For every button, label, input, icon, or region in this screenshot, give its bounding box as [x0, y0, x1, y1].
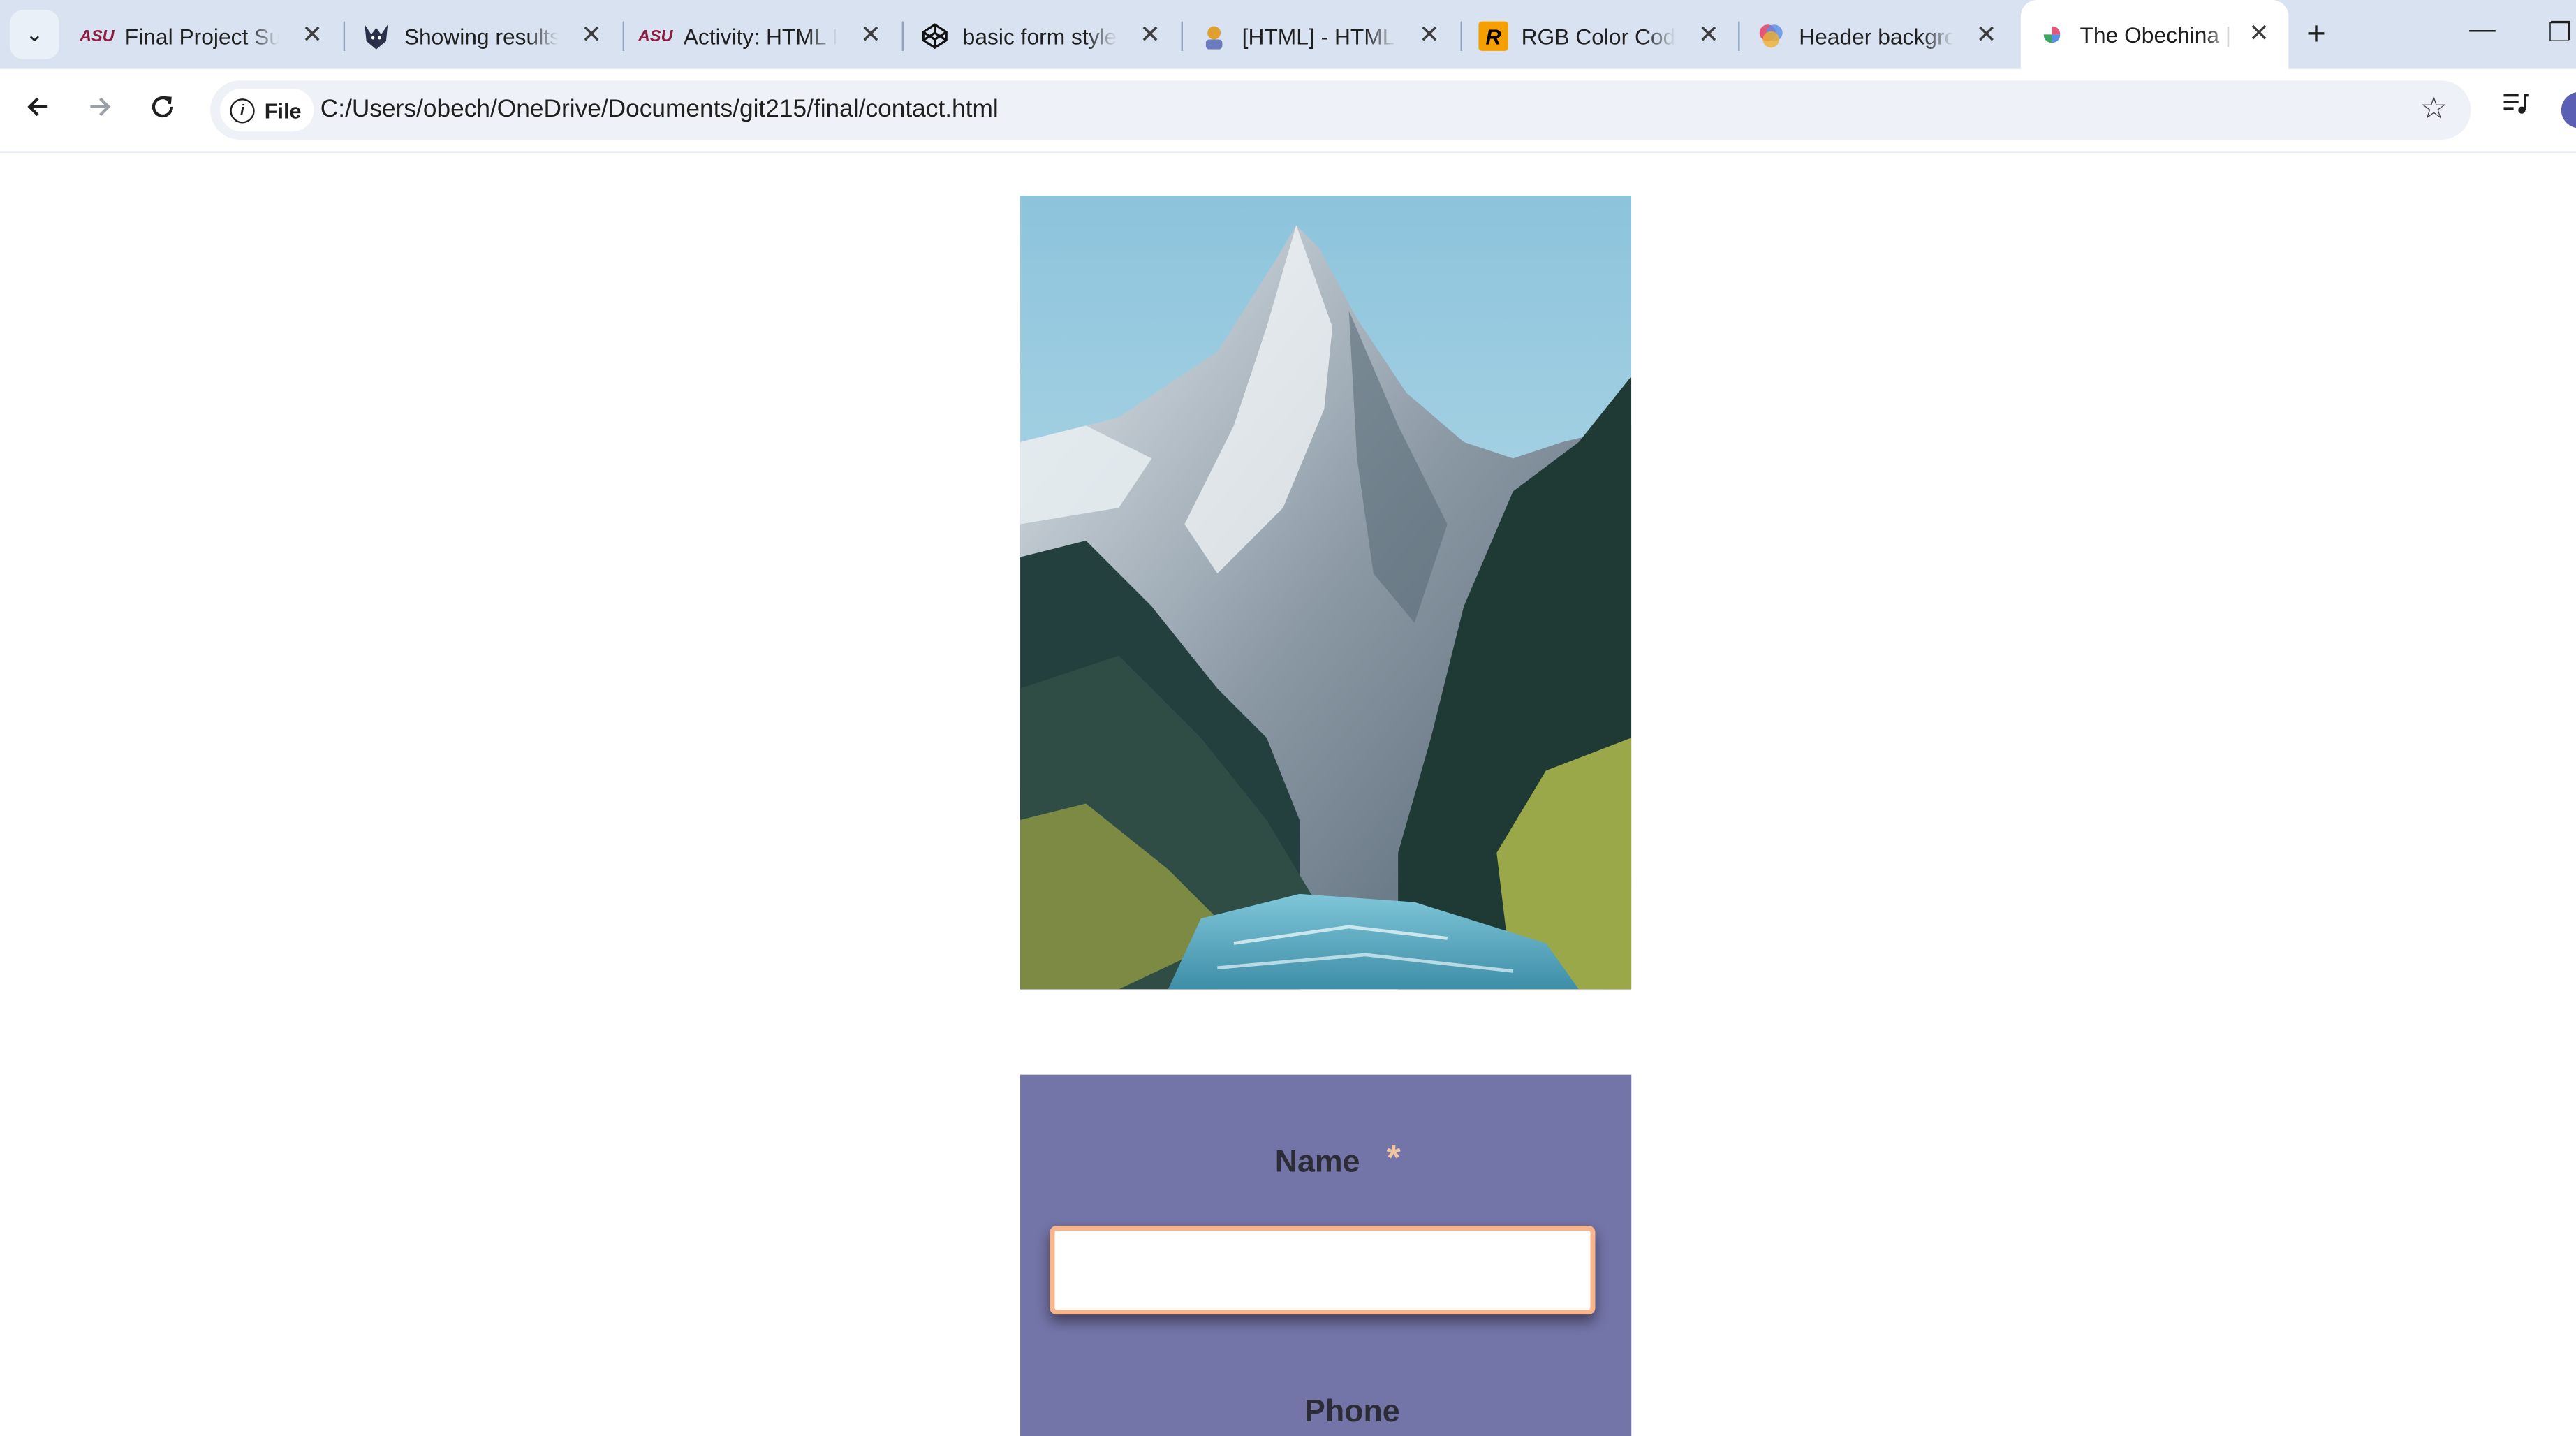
- tab-separator: [901, 21, 904, 51]
- queue-music-icon: [2503, 94, 2529, 114]
- phone-label: Phone: [1304, 1395, 1400, 1430]
- tab-title: Header background: [1799, 24, 1953, 49]
- site-info-chip[interactable]: i File: [220, 89, 315, 132]
- browser-toolbar: i File C:/Users/obech/OneDrive/Documents…: [0, 68, 2576, 153]
- close-icon[interactable]: ✕: [1973, 22, 2000, 50]
- url-text[interactable]: C:/Users/obech/OneDrive/Documents/git215…: [321, 95, 999, 123]
- minimize-button[interactable]: —: [2469, 17, 2496, 46]
- asu-logo-icon: ASU: [638, 27, 673, 45]
- close-icon[interactable]: ✕: [299, 22, 325, 50]
- tab-title: RGB Color Codes: [1521, 24, 1676, 49]
- tab-title: Showing results for: [404, 24, 559, 49]
- tab-separator: [1738, 21, 1740, 51]
- tab-rgb-color-codes[interactable]: R RGB Color Codes ✕: [1478, 11, 1721, 61]
- site-info-label: File: [264, 97, 302, 123]
- close-icon[interactable]: ✕: [578, 22, 605, 50]
- tab-title: Final Project Submission: [124, 24, 279, 49]
- close-icon[interactable]: ✕: [2246, 20, 2272, 48]
- name-input[interactable]: [1050, 1226, 1596, 1315]
- tab-title: basic form styles: [962, 24, 1117, 49]
- tab-strip: ⌄ ASU Final Project Submission ✕ Showing…: [0, 0, 2576, 69]
- codepen-icon: [920, 22, 950, 51]
- close-icon[interactable]: ✕: [1416, 22, 1443, 50]
- tab-separator: [622, 21, 625, 51]
- tab-separator: [1460, 21, 1462, 51]
- asu-logo-icon: ASU: [79, 27, 115, 45]
- tab-separator: [1181, 21, 1183, 51]
- info-icon: i: [230, 97, 255, 123]
- restore-icon: ❐: [2548, 20, 2572, 48]
- reload-button[interactable]: [148, 92, 177, 130]
- close-icon[interactable]: ✕: [858, 22, 884, 50]
- profile-avatar[interactable]: [2561, 91, 2576, 129]
- media-controls-button[interactable]: [2501, 89, 2530, 126]
- tab-search-button[interactable]: ⌄: [10, 10, 59, 59]
- required-asterisk: *: [1386, 1137, 1401, 1178]
- tab-basic-form-styles[interactable]: basic form styles ✕: [920, 11, 1163, 61]
- wolf-logo-icon: [362, 22, 391, 51]
- bookmark-star-icon[interactable]: ☆: [2420, 90, 2448, 128]
- new-tab-button[interactable]: +: [2306, 17, 2325, 54]
- forward-button[interactable]: [85, 92, 115, 130]
- tab-activity-html[interactable]: ASU Activity: HTML Introduction ✕: [638, 11, 884, 61]
- close-icon[interactable]: ✕: [1137, 22, 1163, 50]
- back-button[interactable]: [23, 92, 52, 130]
- contact-form: Name * Phone: [1020, 1074, 1632, 1436]
- arrow-left-icon: [27, 97, 48, 117]
- tab-final-project[interactable]: ASU Final Project Submission ✕: [79, 11, 325, 61]
- reload-icon: [152, 96, 173, 118]
- globe-icon: [2037, 20, 2066, 49]
- address-bar[interactable]: i File C:/Users/obech/OneDrive/Documents…: [210, 80, 2471, 140]
- name-label: Name: [1274, 1145, 1360, 1180]
- tab-showing-results[interactable]: Showing results for ✕: [362, 11, 605, 61]
- arrow-right-icon: [90, 97, 111, 117]
- mountain-photo: [1020, 195, 1632, 990]
- minimize-icon: —: [2469, 16, 2496, 45]
- restore-button[interactable]: ❐: [2548, 17, 2572, 50]
- tab-header-background[interactable]: Header background ✕: [1756, 11, 1999, 61]
- tab-html-forms[interactable]: [HTML] - HTML Forms ✕: [1199, 11, 1442, 61]
- tab-obechina-contact[interactable]: The Obechina | Contact ✕: [2020, 0, 2289, 69]
- close-icon[interactable]: ✕: [1695, 22, 1722, 50]
- tab-title: [HTML] - HTML Forms: [1242, 24, 1397, 49]
- r-logo-icon: R: [1478, 21, 1508, 51]
- tab-title: The Obechina | Contact: [2080, 22, 2235, 47]
- colorful-logo-icon: [1756, 22, 1786, 51]
- character-icon: [1199, 22, 1228, 51]
- chevron-down-icon: ⌄: [25, 21, 44, 46]
- tab-title: Activity: HTML Introduction: [683, 24, 838, 49]
- tab-separator: [343, 21, 346, 51]
- plus-icon: +: [2306, 16, 2326, 53]
